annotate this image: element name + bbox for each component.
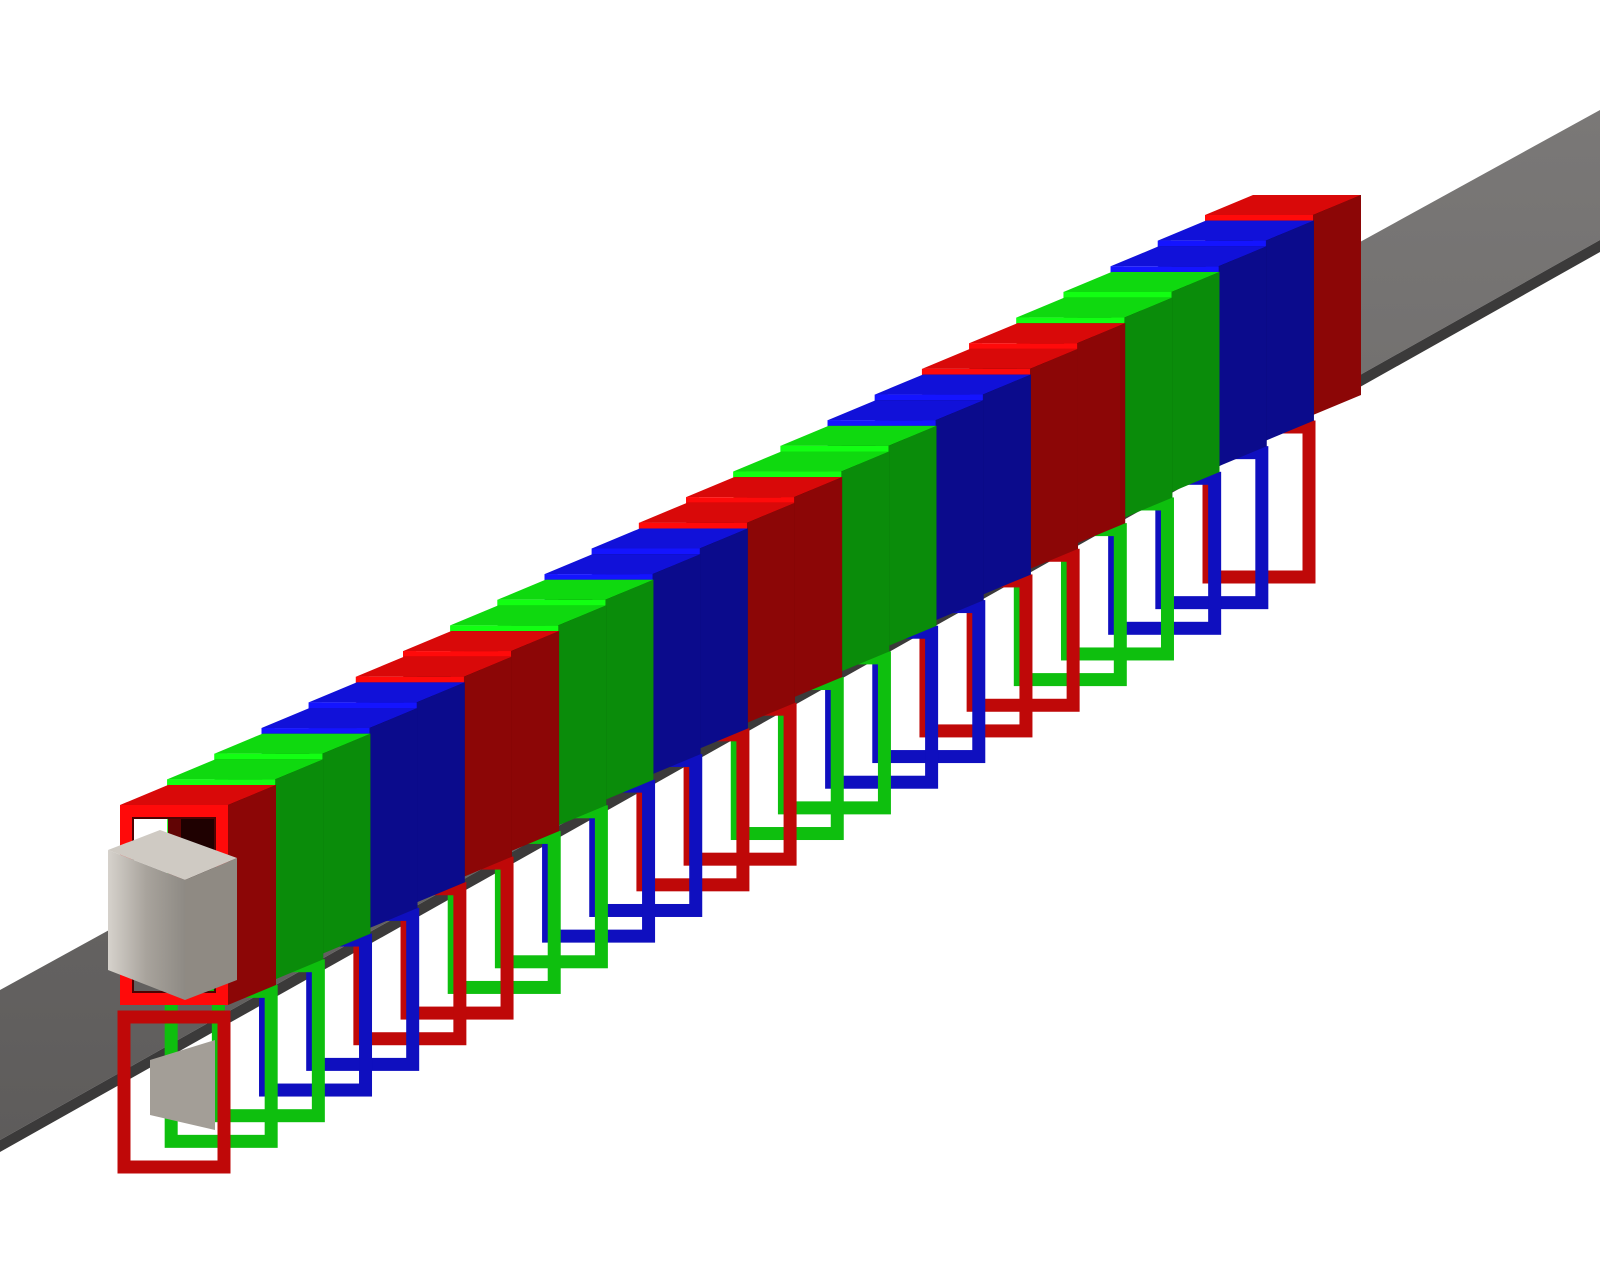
scene-canvas bbox=[0, 110, 1600, 1174]
loop-side-face bbox=[1077, 323, 1126, 544]
loop-side-face bbox=[558, 605, 607, 826]
loop-side-face bbox=[794, 477, 843, 698]
loop-side-face bbox=[652, 554, 701, 775]
loop-side-face bbox=[935, 400, 984, 621]
loop-side-face bbox=[511, 631, 560, 852]
loop-front-top-bar bbox=[120, 805, 228, 818]
loop-side-face bbox=[605, 579, 654, 800]
loop-side-face bbox=[1124, 297, 1173, 518]
loop-side-face bbox=[1265, 220, 1314, 441]
block-side-face bbox=[185, 858, 237, 1000]
loop-side-face bbox=[699, 528, 748, 749]
loop-side-face bbox=[1171, 271, 1220, 492]
loop-side-face bbox=[369, 708, 418, 929]
loop-side-face bbox=[416, 682, 465, 903]
loop-side-face bbox=[1313, 195, 1361, 415]
loop-side-face bbox=[1218, 246, 1267, 467]
loop-side-face bbox=[463, 656, 512, 877]
loop-side-face bbox=[841, 451, 890, 672]
loop-array bbox=[108, 195, 1361, 1174]
loop-side-face bbox=[982, 374, 1031, 595]
loop-side-face bbox=[275, 759, 324, 980]
loop-side-face bbox=[888, 425, 937, 646]
loop-side-face bbox=[746, 502, 795, 723]
loop-side-face bbox=[1029, 348, 1078, 569]
loop-side-face bbox=[322, 733, 371, 954]
